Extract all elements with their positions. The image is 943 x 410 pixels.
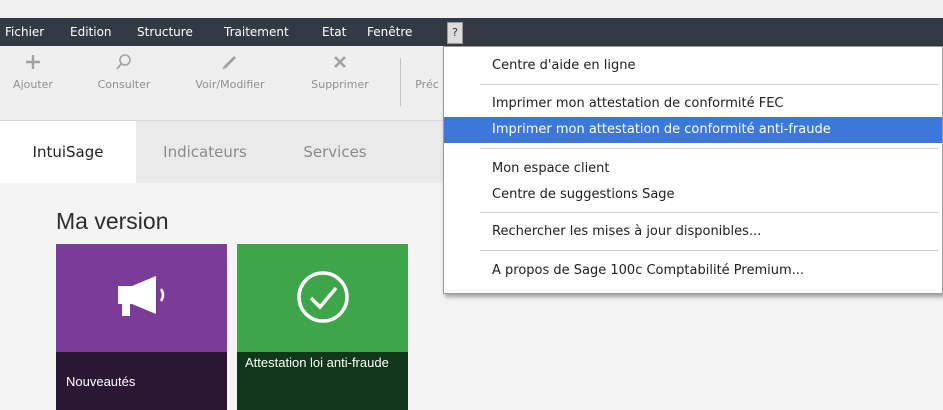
- menu-separator: [480, 148, 938, 149]
- menu-separator: [480, 84, 938, 85]
- previous-button-label: Préc: [415, 78, 439, 91]
- delete-icon: [305, 52, 375, 74]
- menu-item-suggestions[interactable]: Centre de suggestions Sage: [444, 182, 942, 208]
- tile-nouveautes[interactable]: Nouveautés: [56, 244, 227, 410]
- menu-item-print-anti-fraud[interactable]: Imprimer mon attestation de conformité a…: [444, 117, 942, 143]
- add-button[interactable]: Ajouter: [8, 52, 58, 91]
- tab-indicateurs[interactable]: Indicateurs: [150, 121, 260, 183]
- megaphone-icon: [112, 272, 172, 328]
- previous-button[interactable]: Préc: [410, 52, 444, 91]
- menu-item-client-space[interactable]: Mon espace client: [444, 156, 942, 182]
- menu-fichier[interactable]: Fichier: [5, 18, 44, 46]
- view-button-label: Consulter: [97, 78, 151, 91]
- help-dropdown-menu: Centre d'aide en ligne Imprimer mon atte…: [443, 46, 943, 294]
- menu-fenetre[interactable]: Fenêtre: [367, 18, 412, 46]
- edit-button[interactable]: Voir/Modifier: [185, 52, 275, 91]
- edit-button-label: Voir/Modifier: [195, 78, 265, 91]
- tab-services[interactable]: Services: [285, 121, 385, 183]
- menu-bar: Fichier Edition Structure Traitement Eta…: [0, 18, 943, 46]
- add-button-label: Ajouter: [13, 78, 53, 91]
- menu-item-about[interactable]: A propos de Sage 100c Comptabilité Premi…: [444, 258, 942, 284]
- menu-separator: [480, 250, 938, 251]
- menu-traitement[interactable]: Traitement: [224, 18, 289, 46]
- check-circle-icon: [295, 269, 351, 329]
- section-title: Ma version: [56, 208, 169, 234]
- tile-nouveautes-label: Nouveautés: [66, 374, 136, 389]
- view-button[interactable]: Consulter: [92, 52, 156, 91]
- menu-structure[interactable]: Structure: [137, 18, 193, 46]
- menu-separator: [480, 212, 938, 213]
- search-icon: [92, 52, 156, 74]
- menu-edition[interactable]: Edition: [70, 18, 112, 46]
- delete-button[interactable]: Supprimer: [305, 52, 375, 91]
- delete-button-label: Supprimer: [311, 78, 369, 91]
- menu-item-online-help[interactable]: Centre d'aide en ligne: [444, 53, 942, 79]
- menu-help[interactable]: ?: [447, 22, 463, 44]
- plus-icon: [8, 52, 58, 74]
- tab-intuisage[interactable]: IntuiSage: [0, 121, 136, 183]
- menu-item-updates[interactable]: Rechercher les mises à jour disponibles.…: [444, 219, 942, 245]
- pencil-icon: [185, 52, 275, 74]
- tile-attestation-label: Attestation loi anti-fraude: [245, 355, 389, 370]
- toolbar-separator: [400, 58, 401, 106]
- menu-item-print-fec[interactable]: Imprimer mon attestation de conformité F…: [444, 91, 942, 117]
- menu-etat[interactable]: Etat: [322, 18, 346, 46]
- tile-attestation[interactable]: Attestation loi anti-fraude: [237, 244, 408, 410]
